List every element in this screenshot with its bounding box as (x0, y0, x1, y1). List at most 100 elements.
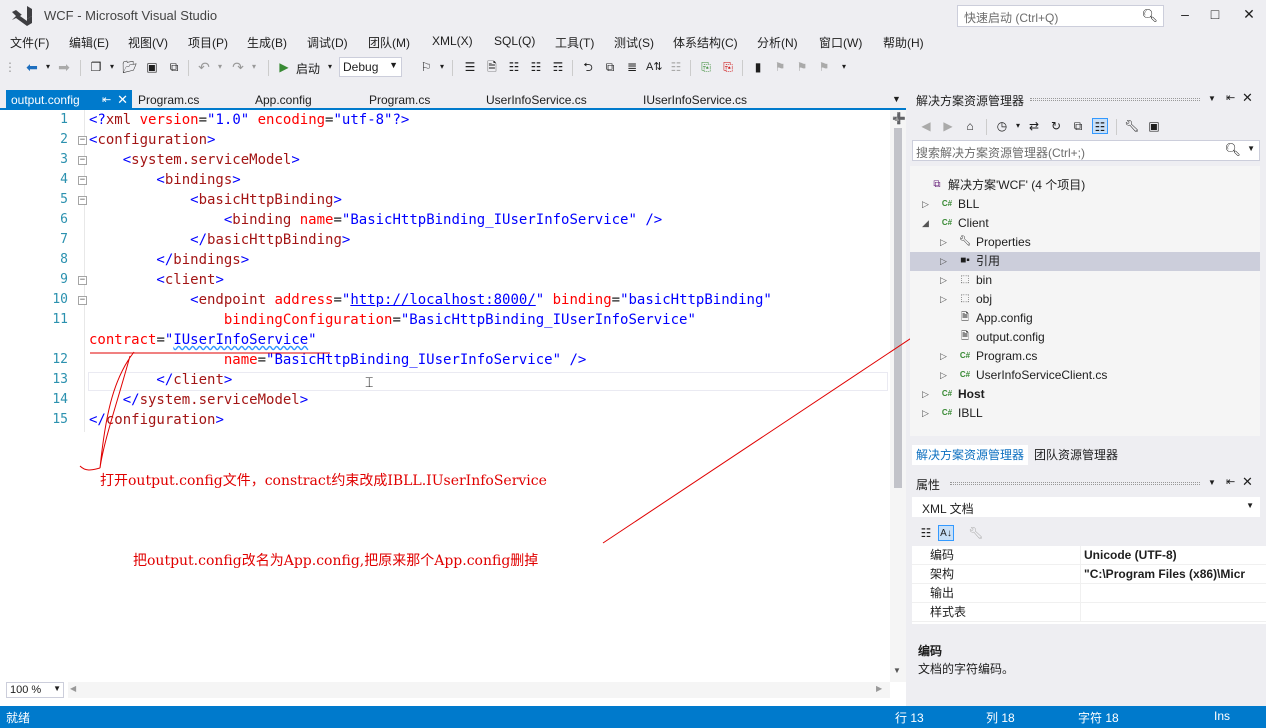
properties-object-select[interactable]: XML 文档 ▼ (912, 497, 1260, 517)
tree-item[interactable]: ▷ C# BLL (910, 195, 1260, 214)
menu-tools[interactable]: 工具(T) (555, 34, 594, 51)
pending-changes-filter-icon[interactable]: ◷ (994, 118, 1010, 134)
code-line[interactable]: </basicHttpBinding> (89, 230, 350, 250)
undo-icon[interactable]: ↶ (196, 59, 212, 75)
pin-icon[interactable]: ⇤ (1226, 91, 1235, 104)
properties-wrench-icon[interactable]: 🔧︎ (1124, 118, 1140, 134)
xml-attributes-icon[interactable]: ≣ (624, 59, 640, 75)
quick-launch-input[interactable]: 快速启动 (Ctrl+Q) 🔍︎ (957, 5, 1164, 27)
expand-arrow-icon[interactable]: ▷ (940, 366, 947, 385)
toolbar-overflow-icon[interactable]: ▾ (434, 59, 450, 75)
menu-xml[interactable]: XML(X) (432, 34, 473, 48)
forward-icon[interactable]: ▶ (940, 118, 956, 134)
pin-icon[interactable]: ⇤ (102, 90, 111, 110)
code-line[interactable]: <basicHttpBinding> (89, 190, 342, 210)
property-row[interactable]: 输出 (912, 584, 1266, 603)
tree-item[interactable]: ▷ C# Program.cs (910, 347, 1260, 366)
code-line[interactable]: </client> (89, 370, 232, 390)
navigate-forward-icon[interactable]: ➡ (56, 59, 72, 75)
next-bookmark-icon[interactable]: ⚑ (794, 59, 810, 75)
close-tab-icon[interactable]: ✕ (117, 90, 128, 110)
scroll-right-icon[interactable]: ▶ (876, 684, 882, 693)
panel-menu-icon[interactable]: ▼ (1208, 478, 1216, 487)
redo-icon[interactable]: ↷ (230, 59, 246, 75)
close-panel-icon[interactable]: ✕ (1242, 474, 1253, 490)
collapse-region-icon[interactable]: − (78, 136, 87, 145)
filter-dropdown-icon[interactable]: ▾ (1010, 118, 1026, 134)
xml-tree-icon[interactable]: ☷ (528, 59, 544, 75)
code-line[interactable]: <system.serviceModel> (89, 150, 300, 170)
property-row[interactable]: 样式表 (912, 603, 1266, 622)
show-all-files-icon[interactable]: ☷ (1092, 118, 1108, 134)
bookmark-icon[interactable]: ▮ (750, 59, 766, 75)
code-line[interactable]: <?xml version="1.0" encoding="utf-8"?> (89, 110, 409, 130)
navigate-back-icon[interactable]: ⬅ (24, 59, 40, 75)
zoom-level-select[interactable]: 100 % ▼ (6, 682, 64, 698)
tree-item[interactable]: ▷ C# Host (910, 385, 1260, 404)
add-bookmark-icon[interactable]: ⎘ (698, 59, 714, 75)
tab-program-cs-2[interactable]: Program.cs (364, 90, 474, 110)
code-line[interactable]: bindingConfiguration="BasicHttpBinding_I… (89, 310, 696, 330)
comment-lines-icon[interactable]: ☷ (668, 59, 684, 75)
menu-analyze[interactable]: 分析(N) (757, 34, 798, 51)
xml-document-icon[interactable]: 🗎︎ (484, 59, 500, 75)
tab-output-config[interactable]: output.config ⇤ ✕ (6, 90, 132, 110)
menu-team[interactable]: 团队(M) (368, 34, 410, 51)
undo-dropdown-icon[interactable]: ▾ (212, 59, 228, 75)
tab-team-explorer[interactable]: 团队资源管理器 (1030, 445, 1122, 465)
collapse-region-icon[interactable]: − (78, 176, 87, 185)
expand-arrow-icon[interactable]: ▷ (940, 252, 947, 271)
code-line[interactable]: <configuration> (89, 130, 215, 150)
tree-item[interactable]: ▷ C# UserInfoServiceClient.cs (910, 366, 1260, 385)
properties-grid[interactable]: 编码 Unicode (UTF-8) 架构 "C:\Program Files (x8… (912, 546, 1266, 624)
maximize-button[interactable]: □ (1200, 2, 1230, 26)
remove-bookmark-icon[interactable]: ⎘ (720, 59, 736, 75)
start-dropdown-icon[interactable]: ▾ (322, 59, 338, 75)
menu-build[interactable]: 生成(B) (247, 34, 287, 51)
xml-schema-icon[interactable]: ☷ (506, 59, 522, 75)
menu-architecture[interactable]: 体系结构(C) (673, 34, 738, 51)
scroll-down-icon[interactable]: ▼ (893, 666, 901, 675)
close-panel-icon[interactable]: ✕ (1242, 90, 1253, 106)
save-icon[interactable]: ▣ (144, 59, 160, 75)
refresh-icon[interactable]: ↻ (1048, 118, 1064, 134)
search-options-dropdown-icon[interactable]: ▼ (1247, 144, 1255, 153)
toolbar-customize-icon[interactable]: ▾ (836, 59, 852, 75)
property-row[interactable]: 编码 Unicode (UTF-8) (912, 546, 1266, 565)
xml-grid-icon[interactable]: ☶ (550, 59, 566, 75)
solution-configuration-select[interactable]: Debug ▼ (339, 57, 402, 77)
code-line[interactable]: name="BasicHttpBinding_IUserInfoService"… (89, 350, 586, 370)
back-dropdown-icon[interactable]: ▾ (40, 59, 56, 75)
tree-item[interactable]: ◢ C# Client (910, 214, 1260, 233)
xml-outline-icon[interactable]: ☰ (462, 59, 478, 75)
expand-arrow-icon[interactable]: ▷ (922, 385, 929, 404)
menu-window[interactable]: 窗口(W) (819, 34, 862, 51)
expand-arrow-icon[interactable]: ▷ (940, 271, 947, 290)
categorized-icon[interactable]: ☷ (918, 525, 934, 541)
menu-view[interactable]: 视图(V) (128, 34, 168, 51)
xslt-debug-icon[interactable]: ⮌ (580, 59, 596, 75)
back-icon[interactable]: ◀ (918, 118, 934, 134)
alphabetical-icon[interactable]: A↓ (938, 525, 954, 541)
property-row[interactable]: 架构 "C:\Program Files (x86)\Micr (912, 565, 1266, 584)
code-editor[interactable]: 1 <?xml version="1.0" encoding="utf-8"?> 2… (0, 110, 906, 706)
expand-arrow-icon[interactable]: ▷ (922, 404, 929, 423)
save-all-icon[interactable]: ⧉ (166, 59, 182, 75)
code-line[interactable]: <endpoint address="http://localhost:8000… (89, 290, 772, 310)
solution-tree[interactable]: ⧉ 解决方案'WCF' (4 个项目) ▷ C# BLL ◢ C# Client ▷ 🔧︎ Prop… (910, 166, 1260, 436)
preview-selected-icon[interactable]: ▣ (1146, 118, 1162, 134)
new-project-icon[interactable]: ❐ (88, 59, 104, 75)
tree-item[interactable]: ▷ C# IBLL (910, 404, 1260, 423)
tab-iuserinfoservice-cs[interactable]: IUserInfoService.cs (638, 90, 798, 110)
clear-bookmarks-icon[interactable]: ⚑ (816, 59, 832, 75)
tab-app-config[interactable]: App.config (250, 90, 354, 110)
panel-menu-icon[interactable]: ▼ (1208, 94, 1216, 103)
expand-arrow-icon[interactable]: ▷ (940, 290, 947, 309)
tree-item[interactable]: ▷ ■▪ 引用 (910, 252, 1260, 271)
collapse-region-icon[interactable]: − (78, 196, 87, 205)
code-line[interactable]: <bindings> (89, 170, 240, 190)
sync-with-document-icon[interactable]: ⇄ (1026, 118, 1042, 134)
collapse-region-icon[interactable]: − (78, 156, 87, 165)
collapse-all-icon[interactable]: ⧉ (1070, 118, 1086, 134)
expand-arrow-icon[interactable]: ▷ (940, 233, 947, 252)
